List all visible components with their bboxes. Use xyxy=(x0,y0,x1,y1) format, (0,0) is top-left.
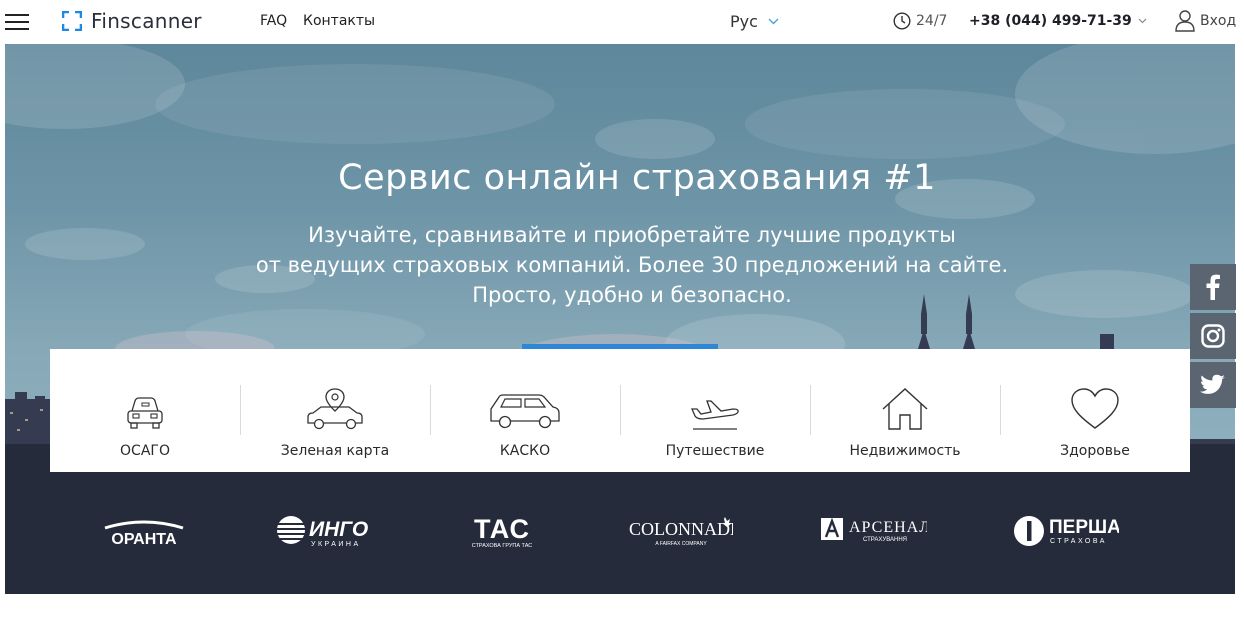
car-location-icon xyxy=(307,388,363,430)
logo[interactable]: Finscanner xyxy=(62,9,202,33)
partner-ingo[interactable]: ИНГО УКРАИНА xyxy=(275,514,375,554)
chevron-down-icon xyxy=(768,18,779,25)
social-twitter-button[interactable] xyxy=(1190,362,1236,408)
category-kasko[interactable]: КАСКО xyxy=(430,349,620,472)
site-header: Finscanner FAQ Контакты Рус 24/7 +38 (04… xyxy=(0,0,1244,44)
partner-tagline: УКРАИНА xyxy=(311,541,361,548)
partner-tas[interactable]: ТАС СТРАХОВА ГРУПА ТАС xyxy=(461,514,543,554)
tas-logo-icon: ТАС СТРАХОВА ГРУПА ТАС xyxy=(472,514,532,549)
partner-colonnade[interactable]: COLONNADE A FAIRFAX COMPANY xyxy=(629,512,741,552)
ingo-logo-icon: ИНГО УКРАИНА xyxy=(277,516,368,548)
hero-section: Сервис онлайн страхования #1 Изучайте, с… xyxy=(5,44,1235,594)
category-health[interactable]: Здоровье xyxy=(1000,349,1190,472)
partner-tagline: СТРАХОВА ГРУПА ТАС xyxy=(472,543,532,549)
menu-icon[interactable] xyxy=(5,14,29,30)
insurance-categories: ОСАГО Зеленая карта КАСКО Путешествие Не… xyxy=(50,349,1190,472)
airplane-icon xyxy=(691,400,739,430)
hero-subtitle: Изучайте, сравнивайте и приобретайте луч… xyxy=(5,220,1235,310)
partner-tagline: A FAIRFAX COMPANY xyxy=(655,541,707,547)
login-label: Вход xyxy=(1200,13,1237,29)
category-label: Путешествие xyxy=(665,443,765,459)
logo-mark-icon xyxy=(62,11,82,31)
hero-subtitle-line: Изучайте, сравнивайте и приобретайте луч… xyxy=(308,223,956,247)
category-travel[interactable]: Путешествие xyxy=(620,349,810,472)
nav-faq[interactable]: FAQ xyxy=(260,13,287,29)
category-label: Зеленая карта xyxy=(280,443,390,459)
house-icon xyxy=(882,388,928,430)
partner-name: COLONNADE xyxy=(629,519,733,539)
partner-name: ОРАНТА xyxy=(111,531,177,548)
instagram-icon xyxy=(1201,324,1225,348)
partner-arsenal[interactable]: АРСЕНАЛ СТРАХУВАННЯ xyxy=(821,514,930,550)
language-selector[interactable]: Рус xyxy=(730,12,779,31)
login-button[interactable]: Вход xyxy=(1175,10,1236,32)
category-real-estate[interactable]: Недвижимость xyxy=(810,349,1000,472)
twitter-icon xyxy=(1200,374,1225,394)
phone-selector[interactable]: +38 (044) 499-71-39 xyxy=(969,13,1147,29)
phone-number: +38 (044) 499-71-39 xyxy=(969,13,1132,29)
partner-name: ТАС xyxy=(474,514,530,544)
nav-contacts[interactable]: Контакты xyxy=(303,13,375,29)
clock-icon xyxy=(893,12,911,30)
support-hours-label: 24/7 xyxy=(916,13,948,29)
hero-subtitle-line: от ведущих страховых компаний. Более 30 … xyxy=(255,253,1009,277)
oranta-logo-icon: ОРАНТА xyxy=(104,520,184,548)
social-instagram-button[interactable] xyxy=(1190,313,1236,359)
facebook-icon xyxy=(1206,274,1220,300)
social-facebook-button[interactable] xyxy=(1190,264,1236,310)
persha-logo-icon: ПЕРША СТРАХОВА xyxy=(1014,516,1121,546)
partner-name: ИНГО xyxy=(309,518,368,541)
category-osago[interactable]: ОСАГО xyxy=(50,349,240,472)
support-hours: 24/7 xyxy=(893,12,947,30)
colonnade-logo-icon: COLONNADE A FAIRFAX COMPANY xyxy=(629,517,741,547)
category-green-card[interactable]: Зеленая карта xyxy=(240,349,430,472)
partner-persha[interactable]: ПЕРША СТРАХОВА xyxy=(1013,513,1121,553)
partner-name: ПЕРША xyxy=(1049,517,1119,538)
chevron-down-icon xyxy=(1138,18,1147,24)
category-label: КАСКО xyxy=(499,443,551,459)
language-label: Рус xyxy=(730,12,758,31)
hero-subtitle-line: Просто, удобно и безопасно. xyxy=(472,283,792,307)
partner-oranta[interactable]: ОРАНТА xyxy=(103,518,185,552)
car-side-icon xyxy=(490,394,560,429)
partner-tagline: СТРАХОВА xyxy=(1050,538,1107,545)
logo-text: Finscanner xyxy=(91,9,202,33)
category-label: ОСАГО xyxy=(120,443,170,459)
category-label: Здоровье xyxy=(1060,443,1130,459)
hero-title: Сервис онлайн страхования #1 xyxy=(338,158,936,198)
partner-tagline: СТРАХУВАННЯ xyxy=(863,537,907,543)
heart-icon xyxy=(1071,388,1119,429)
partner-name: АРСЕНАЛ xyxy=(849,519,927,536)
category-label: Недвижимость xyxy=(849,443,961,459)
car-front-icon xyxy=(127,397,163,429)
user-icon xyxy=(1175,10,1195,32)
page: Finscanner FAQ Контакты Рус 24/7 +38 (04… xyxy=(0,0,1244,624)
arsenal-logo-icon: АРСЕНАЛ СТРАХУВАННЯ xyxy=(821,517,930,543)
